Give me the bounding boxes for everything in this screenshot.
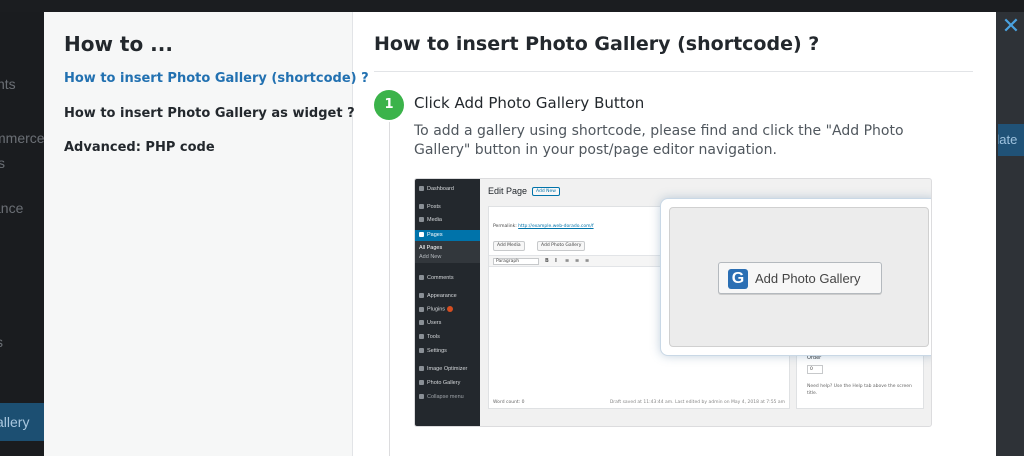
- screenshot-submenu-item: All Pages: [419, 245, 443, 251]
- step-timeline-line: [389, 122, 390, 456]
- screenshot-menu-label: Dashboard: [427, 186, 454, 192]
- screenshot-permalink-label: Permalink:: [493, 224, 517, 229]
- photo-gallery-logo-icon: G: [728, 269, 748, 289]
- screenshot-highlight-inner: G Add Photo Gallery: [669, 207, 929, 347]
- screenshot-menu-label: Appearance: [427, 293, 457, 299]
- plugins-icon: [419, 306, 424, 312]
- screenshot-menu-label: Plugins: [427, 306, 446, 313]
- background-sidebar-item: mmerce: [0, 130, 44, 146]
- screenshot-menu-item: Plugins: [419, 306, 454, 313]
- screenshot-wp-sidebar: Dashboard Posts Media Pages All Pages Ad…: [415, 179, 480, 426]
- nav-link-shortcode[interactable]: How to insert Photo Gallery (shortcode) …: [64, 71, 369, 86]
- screenshot-menu-label: Collapse menu: [427, 394, 464, 400]
- title-divider: [374, 71, 973, 72]
- screenshot-menu-item: Appearance: [419, 293, 457, 299]
- collapse-icon: [419, 394, 424, 400]
- background-update-button: date: [998, 124, 1024, 156]
- background-admin-bar: [0, 0, 1024, 12]
- screenshot-menu-label: Media: [427, 217, 442, 223]
- comments-icon: [419, 275, 424, 281]
- screenshot-permalink-url: http://example.web-dorado.com/f: [518, 224, 594, 229]
- screenshot-menu-item: Image Optimizer: [419, 366, 467, 372]
- screenshot-order-input: 0: [807, 365, 823, 374]
- appearance-icon: [419, 293, 424, 299]
- step-description: To add a gallery using shortcode, please…: [414, 123, 904, 158]
- screenshot-menu-item: Settings: [419, 348, 447, 354]
- nav-title: How to ...: [64, 32, 173, 56]
- background-sidebar: nts mmerce s ance s allery: [0, 12, 44, 456]
- screenshot-page-title: Edit Page: [488, 186, 528, 196]
- screenshot-editor-area: Edit Page Add New Permalink: http://exam…: [480, 179, 931, 426]
- background-right-area: [996, 12, 1024, 456]
- background-sidebar-item: ance: [0, 200, 24, 216]
- tools-icon: [419, 334, 424, 340]
- how-to-nav: How to ... How to insert Photo Gallery (…: [44, 12, 369, 456]
- add-photo-gallery-label: Add Photo Gallery: [755, 271, 861, 286]
- nav-link-widget[interactable]: How to insert Photo Gallery as widget ?: [64, 106, 355, 121]
- users-icon: [419, 320, 424, 326]
- screenshot-menu-item: Tools: [419, 334, 440, 340]
- how-to-modal: How to ... How to insert Photo Gallery (…: [44, 12, 996, 456]
- screenshot-menu-item: Pages: [419, 232, 443, 238]
- background-sidebar-item: s: [0, 155, 5, 171]
- screenshot-permalink: Permalink: http://example.web-dorado.com…: [493, 224, 594, 229]
- screenshot-menu-label: Photo Gallery: [427, 380, 461, 386]
- background-sidebar-active-item: allery: [0, 403, 44, 441]
- photo-gallery-icon: [419, 380, 424, 386]
- screenshot-menu-label: Image Optimizer: [427, 366, 468, 372]
- list-icon: ≡: [575, 258, 580, 264]
- screenshot-paragraph-select: Paragraph: [493, 258, 539, 265]
- screenshot-menu-item: Dashboard: [419, 186, 454, 192]
- close-icon[interactable]: ✕: [1000, 16, 1022, 38]
- screenshot-menu-item: Comments: [419, 275, 454, 281]
- screenshot-add-photo-gallery-button: Add Photo Gallery: [537, 241, 586, 251]
- background-sidebar-item: nts: [0, 76, 16, 92]
- background-sidebar-item: s: [0, 334, 3, 350]
- screenshot-add-media-button: Add Media: [493, 241, 525, 251]
- screenshot-menu-label: Pages: [427, 232, 443, 238]
- screenshot-menu-item: Users: [419, 320, 441, 326]
- screenshot-add-new-button: Add New: [532, 187, 560, 196]
- screenshot-help-text: Need help? Use the Help tab above the sc…: [807, 384, 912, 396]
- image-optimizer-icon: [419, 366, 424, 372]
- list-icon: ≡: [585, 258, 590, 264]
- step-title: Click Add Photo Gallery Button: [414, 94, 645, 112]
- step-screenshot: Dashboard Posts Media Pages All Pages Ad…: [414, 178, 932, 427]
- pages-icon: [419, 232, 424, 238]
- list-icon: ≡: [565, 258, 570, 264]
- page-title: How to insert Photo Gallery (shortcode) …: [374, 33, 820, 55]
- background-update-label: date: [998, 132, 1018, 147]
- screenshot-word-count: Word count: 0: [493, 400, 525, 405]
- step-number-badge: 1: [374, 90, 404, 120]
- screenshot-highlight-popup: G Add Photo Gallery: [660, 198, 931, 356]
- background-sidebar-active-label: allery: [0, 414, 30, 430]
- screenshot-menu-item: Media: [419, 217, 442, 223]
- nav-link-php-code[interactable]: Advanced: PHP code: [64, 140, 215, 155]
- add-photo-gallery-button: G Add Photo Gallery: [718, 262, 882, 294]
- pin-icon: [419, 204, 424, 210]
- screenshot-menu-item: Photo Gallery: [419, 380, 460, 386]
- screenshot-menu-item: Collapse menu: [419, 394, 464, 400]
- media-icon: [419, 217, 424, 223]
- screenshot-menu-label: Settings: [427, 348, 447, 354]
- bold-icon: B: [545, 258, 549, 264]
- screenshot-menu-label: Tools: [427, 334, 440, 340]
- plugins-update-badge: [447, 306, 454, 312]
- screenshot-menu-item: Posts: [419, 204, 441, 210]
- screenshot-submenu-item: Add New: [419, 254, 442, 260]
- screenshot-draft-status: Draft saved at 11:43:44 am. Last edited …: [609, 400, 785, 405]
- dashboard-icon: [419, 186, 424, 192]
- screenshot-menu-label: Comments: [427, 275, 454, 281]
- settings-icon: [419, 348, 424, 354]
- screenshot-menu-label: Users: [427, 320, 442, 326]
- screenshot-menu-label: Posts: [427, 204, 441, 210]
- italic-icon: I: [555, 258, 557, 264]
